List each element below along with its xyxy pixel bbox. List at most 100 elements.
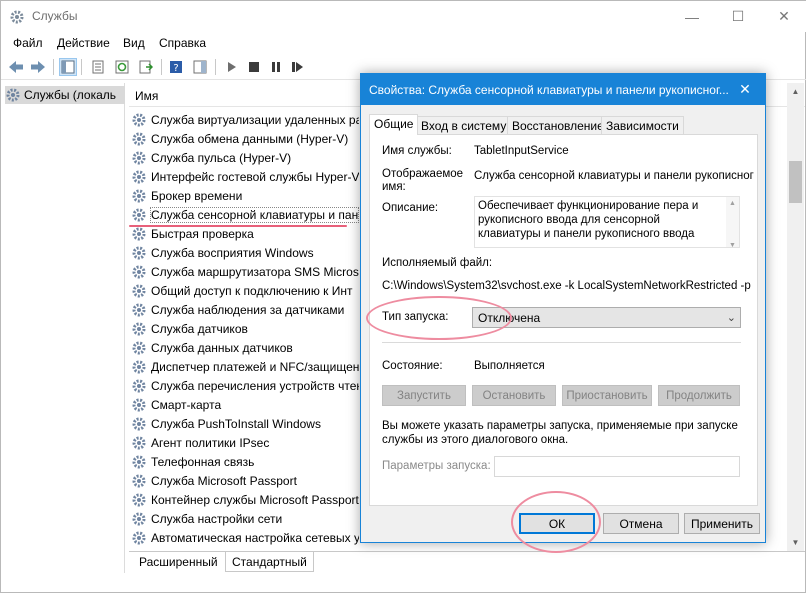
dialog-title: Свойства: Служба сенсорной клавиатуры и … <box>369 83 729 97</box>
service-row[interactable]: Служба данных датчиков <box>131 338 359 357</box>
tab-dependencies[interactable]: Зависимости <box>601 116 684 134</box>
service-row[interactable]: Служба Microsoft Passport <box>131 471 359 490</box>
properties-sheet-icon[interactable] <box>89 58 107 76</box>
service-row[interactable]: Служба обмена данными (Hyper-V) <box>131 129 359 148</box>
service-row[interactable]: Служба восприятия Windows <box>131 243 359 262</box>
service-name: Смарт-карта <box>151 397 222 412</box>
show-hide-action-pane-icon[interactable] <box>191 58 209 76</box>
service-name: Служба PushToInstall Windows <box>151 416 321 431</box>
window-title: Службы <box>32 9 78 23</box>
gear-icon <box>132 474 146 487</box>
service-row[interactable]: Служба настройки сети <box>131 509 359 528</box>
service-row[interactable]: Служба датчиков <box>131 319 359 338</box>
service-row[interactable]: Диспетчер платежей и NFC/защищен <box>131 357 359 376</box>
service-row[interactable]: Интерфейс гостевой службы Hyper-V <box>131 167 359 186</box>
cancel-button[interactable]: Отмена <box>603 513 679 534</box>
service-row[interactable]: Служба маршрутизатора SMS Micros <box>131 262 359 281</box>
scroll-thumb[interactable] <box>789 161 802 203</box>
gear-icon <box>132 113 146 126</box>
tab-standard[interactable]: Стандартный <box>225 552 314 572</box>
service-row[interactable]: Служба виртуализации удаленных ра <box>131 110 359 129</box>
service-row[interactable]: Служба пульса (Hyper-V) <box>131 148 359 167</box>
menu-file[interactable]: Файл <box>13 36 43 50</box>
service-name: Служба Microsoft Passport <box>151 473 297 488</box>
service-name: Диспетчер платежей и NFC/защищен <box>151 359 359 374</box>
menu-action[interactable]: Действие <box>57 36 110 50</box>
back-arrow-icon[interactable] <box>7 58 25 76</box>
menu-help[interactable]: Справка <box>159 36 206 50</box>
service-row[interactable]: Служба PushToInstall Windows <box>131 414 359 433</box>
gear-icon <box>132 341 146 354</box>
console-tree: Службы (локаль <box>3 83 125 573</box>
service-row[interactable]: Агент политики IPsec <box>131 433 359 452</box>
pause-button[interactable]: Приостановить <box>562 385 652 406</box>
maximize-button[interactable]: ☐ <box>715 1 761 32</box>
stop-service-icon[interactable] <box>245 58 263 76</box>
restart-service-icon[interactable] <box>289 58 307 76</box>
title-bar[interactable]: Службы — ☐ ✕ <box>1 1 806 32</box>
gear-icon <box>132 246 146 259</box>
start-params-hint: Вы можете указать параметры запуска, при… <box>382 420 738 446</box>
menu-bar: Файл Действие Вид Справка <box>1 32 806 53</box>
startup-type-select[interactable]: Отключена ⌄ <box>472 307 741 328</box>
menu-view[interactable]: Вид <box>123 36 145 50</box>
tree-item-label: Службы (локаль <box>24 88 117 102</box>
pause-service-icon[interactable] <box>267 58 285 76</box>
annotation-ellipse-startup <box>366 296 512 340</box>
gear-icon <box>6 88 20 102</box>
tab-recovery[interactable]: Восстановление <box>507 116 609 134</box>
start-service-icon[interactable] <box>223 58 241 76</box>
divider <box>382 342 741 343</box>
close-button[interactable]: ✕ <box>761 1 806 32</box>
scroll-up-icon[interactable]: ▲ <box>787 83 804 100</box>
service-row[interactable]: Автоматическая настройка сетевых у <box>131 528 359 547</box>
tree-item-services-local[interactable]: Службы (локаль <box>5 86 125 104</box>
gear-icon <box>132 493 146 506</box>
toolbar-separator <box>215 59 216 75</box>
minimize-button[interactable]: — <box>669 1 715 32</box>
gear-icon <box>132 455 146 468</box>
service-row[interactable]: Служба перечисления устройств чтен <box>131 376 359 395</box>
tab-logon[interactable]: Вход в систему <box>416 116 512 134</box>
status-value: Выполняется <box>474 360 545 372</box>
display-name-label-2: имя: <box>382 181 406 193</box>
refresh-icon[interactable] <box>113 58 131 76</box>
help-icon[interactable]: ? <box>167 58 185 76</box>
description-text: Обеспечивает функционирование пера и рук… <box>478 200 699 240</box>
service-row[interactable]: Телефонная связь <box>131 452 359 471</box>
service-name: Служба пульса (Hyper-V) <box>151 150 292 165</box>
dialog-close-icon[interactable]: ✕ <box>725 74 765 105</box>
description-field[interactable]: Обеспечивает функционирование пера и рук… <box>474 196 740 249</box>
scroll-up-icon[interactable]: ▲ <box>726 197 739 211</box>
service-row[interactable]: Контейнер службы Microsoft Passport <box>131 490 359 509</box>
service-row[interactable]: Общий доступ к подключению к Инт <box>131 281 359 300</box>
scroll-down-icon[interactable]: ▼ <box>787 534 804 551</box>
service-name: Интерфейс гостевой службы Hyper-V <box>151 169 359 184</box>
scroll-down-icon[interactable]: ▼ <box>726 239 739 253</box>
stop-button[interactable]: Остановить <box>472 385 556 406</box>
vertical-scrollbar[interactable]: ▲ ▼ <box>787 83 804 551</box>
description-scrollbar[interactable]: ▲ ▼ <box>726 197 739 249</box>
service-row[interactable]: Служба наблюдения за датчиками <box>131 300 359 319</box>
resume-button[interactable]: Продолжить <box>658 385 740 406</box>
toolbar-separator <box>53 59 54 75</box>
start-button[interactable]: Запустить <box>382 385 466 406</box>
gear-icon <box>132 512 146 525</box>
tab-extended[interactable]: Расширенный <box>133 552 224 572</box>
service-name: Контейнер службы Microsoft Passport <box>151 492 359 507</box>
service-name: Служба настройки сети <box>151 511 283 526</box>
service-row[interactable]: Смарт-карта <box>131 395 359 414</box>
service-name: Служба перечисления устройств чтен <box>151 378 359 393</box>
start-params-input[interactable] <box>494 456 740 477</box>
service-row[interactable]: Брокер времени <box>131 186 359 205</box>
service-name: Телефонная связь <box>151 454 255 469</box>
console-tree-icon[interactable] <box>59 58 77 76</box>
dialog-title-bar[interactable]: Свойства: Служба сенсорной клавиатуры и … <box>361 74 765 105</box>
display-name-value[interactable]: Служба сенсорной клавиатуры и панели рук… <box>474 170 754 182</box>
gear-icon <box>132 227 146 240</box>
service-row[interactable]: Служба сенсорной клавиатуры и пан <box>131 205 359 224</box>
forward-arrow-icon[interactable] <box>29 58 47 76</box>
apply-button[interactable]: Применить <box>684 513 760 534</box>
tab-general[interactable]: Общие <box>369 114 419 135</box>
export-list-icon[interactable] <box>137 58 155 76</box>
